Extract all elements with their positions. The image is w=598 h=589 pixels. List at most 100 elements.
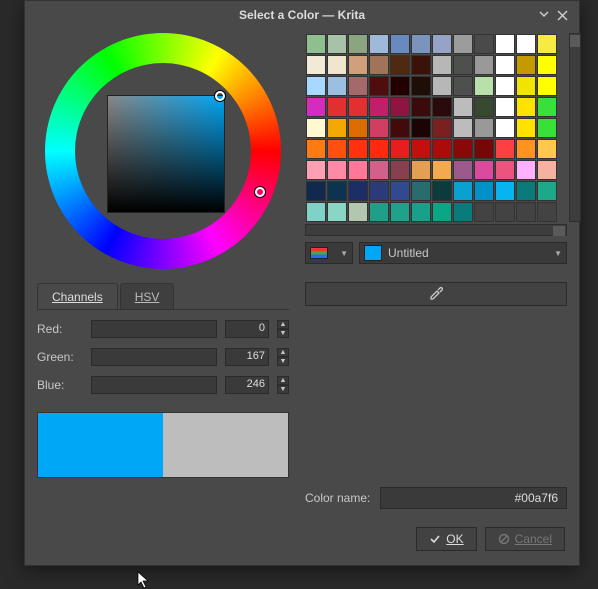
palette-swatch[interactable] [495,118,515,138]
palette-swatch[interactable] [432,76,452,96]
palette-swatch[interactable] [390,202,410,222]
palette-swatch[interactable] [306,34,326,54]
palette-swatch[interactable] [495,97,515,117]
palette-hscrollbar[interactable] [305,224,567,236]
palette-swatch[interactable] [453,202,473,222]
palette-swatch[interactable] [474,55,494,75]
palette-swatch[interactable] [516,160,536,180]
palette-swatch[interactable] [495,160,515,180]
palette-swatch[interactable] [432,160,452,180]
red-value[interactable]: 0 [225,320,269,338]
palette-swatch[interactable] [453,97,473,117]
tab-channels[interactable]: Channels [37,283,118,309]
palette-swatch[interactable] [327,118,347,138]
palette-swatch[interactable] [327,139,347,159]
palette-swatch[interactable] [390,76,410,96]
palette-swatch[interactable] [390,34,410,54]
palette-swatch[interactable] [495,181,515,201]
palette-swatch[interactable] [495,202,515,222]
palette-swatch[interactable] [411,118,431,138]
green-slider[interactable] [91,348,217,366]
palette-swatch[interactable] [411,181,431,201]
palette-vscrollbar[interactable] [569,33,581,222]
palette-swatch[interactable] [327,34,347,54]
palette-swatch[interactable] [537,34,557,54]
hue-handle[interactable] [255,187,265,197]
color-name-input[interactable]: #00a7f6 [380,487,567,509]
palette-swatch[interactable] [327,76,347,96]
palette-swatch[interactable] [453,55,473,75]
palette-swatch[interactable] [369,181,389,201]
cancel-button[interactable]: Cancel [485,527,565,551]
palette-swatch[interactable] [516,181,536,201]
blue-value[interactable]: 246 [225,376,269,394]
palette-swatch[interactable] [432,181,452,201]
palette-swatch[interactable] [390,97,410,117]
palette-swatch[interactable] [411,202,431,222]
palette-swatch[interactable] [474,160,494,180]
palette-swatch[interactable] [390,139,410,159]
palette-swatch[interactable] [495,139,515,159]
palette-swatch[interactable] [453,118,473,138]
palette-swatch[interactable] [453,181,473,201]
palette-swatch[interactable] [474,181,494,201]
palette-swatch[interactable] [537,202,557,222]
palette-swatch[interactable] [306,202,326,222]
palette-swatch[interactable] [327,160,347,180]
palette-swatch[interactable] [369,55,389,75]
palette-swatch[interactable] [516,55,536,75]
palette-swatch[interactable] [453,160,473,180]
palette-chooser[interactable]: ▼ [305,242,353,264]
palette-swatch[interactable] [369,139,389,159]
palette-swatch[interactable] [369,34,389,54]
red-slider[interactable] [91,320,217,338]
palette-swatch[interactable] [537,139,557,159]
palette-swatch[interactable] [432,55,452,75]
palette-swatch[interactable] [516,34,536,54]
ok-button[interactable]: OK [416,527,476,551]
palette-swatch[interactable] [537,118,557,138]
minimize-button[interactable] [535,6,553,24]
palette-swatch[interactable] [306,118,326,138]
palette-swatch[interactable] [516,76,536,96]
palette-swatch[interactable] [474,139,494,159]
palette-swatch[interactable] [432,202,452,222]
palette-swatch[interactable] [432,139,452,159]
green-value[interactable]: 167 [225,348,269,366]
palette-swatch[interactable] [411,76,431,96]
palette-swatch[interactable] [474,97,494,117]
blue-spinner[interactable]: ▲▼ [277,376,289,394]
palette-swatch[interactable] [390,118,410,138]
palette-swatch[interactable] [369,97,389,117]
palette-swatch[interactable] [411,55,431,75]
palette-swatch[interactable] [327,202,347,222]
palette-swatch[interactable] [474,118,494,138]
palette-swatch[interactable] [537,76,557,96]
palette-swatch[interactable] [411,34,431,54]
palette-swatch[interactable] [348,139,368,159]
palette-swatch[interactable] [516,202,536,222]
palette-swatch[interactable] [306,55,326,75]
palette-swatch[interactable] [411,97,431,117]
red-spinner[interactable]: ▲▼ [277,320,289,338]
palette-swatch[interactable] [474,76,494,96]
tab-hsv[interactable]: HSV [120,283,175,309]
palette-swatch[interactable] [327,181,347,201]
palette-swatch[interactable] [390,55,410,75]
palette-swatch[interactable] [453,34,473,54]
sv-box[interactable] [107,95,225,213]
close-button[interactable] [553,6,571,24]
palette-swatch[interactable] [369,76,389,96]
palette-swatch[interactable] [369,160,389,180]
color-name-combo[interactable]: Untitled ▼ [359,242,567,264]
palette-swatch[interactable] [327,55,347,75]
palette-swatch[interactable] [474,34,494,54]
palette-swatch[interactable] [306,76,326,96]
palette-swatch[interactable] [306,181,326,201]
palette-swatch[interactable] [537,97,557,117]
palette-swatch[interactable] [348,76,368,96]
palette-swatch[interactable] [516,118,536,138]
palette-swatch[interactable] [516,97,536,117]
palette-swatch[interactable] [369,202,389,222]
sv-handle[interactable] [215,91,225,101]
